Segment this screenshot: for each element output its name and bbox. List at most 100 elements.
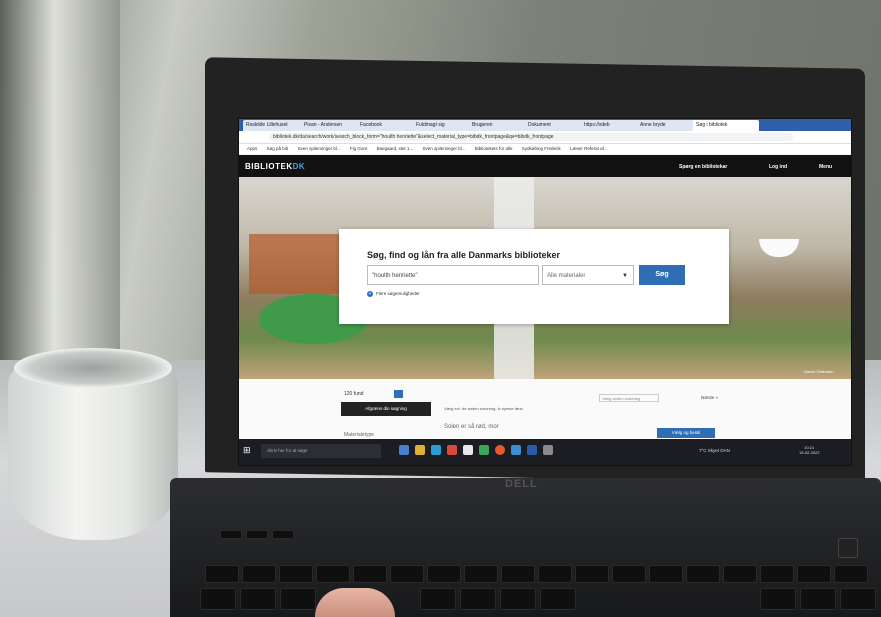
system-tray[interactable]: 7°C Skyet DAN — [699, 448, 730, 453]
chevron-down-icon: ▼ — [622, 273, 628, 279]
browser-tab[interactable]: Fuldmagt sig — [413, 120, 473, 131]
search-heading: Søg, find og lån fra alle Danmarks bibli… — [367, 250, 561, 260]
key[interactable] — [280, 588, 316, 610]
laptop-screen: Roskilde Lillehuset Pisan - Andersen Fac… — [238, 118, 852, 466]
key[interactable] — [575, 565, 609, 583]
site-header — [239, 155, 851, 177]
taskbar-app-icon[interactable] — [399, 445, 409, 455]
url-field[interactable]: bibliotek.dk/da/search/work/search_block… — [269, 133, 793, 141]
bookmark-item[interactable]: Baegaard, slet 1... — [377, 144, 414, 154]
bookmark-item[interactable]: Søg på bib — [267, 144, 289, 154]
browser-tab[interactable]: Roskilde Lillehuset — [243, 120, 305, 131]
key[interactable] — [760, 565, 794, 583]
key[interactable] — [649, 565, 683, 583]
browser-tab[interactable]: Anne bryde — [637, 120, 697, 131]
bookmark-item[interactable]: Sven spilersinger bl... — [298, 144, 341, 154]
browser-tab[interactable]: Brugeren — [469, 120, 529, 131]
key[interactable] — [220, 530, 242, 539]
taskbar-app-icon[interactable] — [511, 445, 521, 455]
key[interactable] — [834, 565, 868, 583]
key[interactable] — [760, 588, 796, 610]
search-input[interactable]: "houlth henriette" — [367, 265, 539, 285]
cup-rim — [14, 348, 172, 388]
weather-text: 7°C Skyet — [699, 448, 720, 453]
hero-bookshelf — [249, 234, 339, 294]
taskbar-clock[interactable]: 10:21 15-02-2022 — [799, 445, 819, 455]
key[interactable] — [200, 588, 236, 610]
advanced-search-link[interactable]: Flere søgemuligheder — [367, 291, 420, 297]
bookmark-item[interactable]: Sydkøbing Frederik — [522, 144, 561, 154]
taskbar-search[interactable]: Skriv her for at søge — [261, 444, 381, 458]
browser-tab[interactable]: https://siteb — [581, 120, 641, 131]
key[interactable] — [205, 565, 239, 583]
material-type-filter[interactable]: Materialetype — [344, 432, 374, 438]
taskbar-app-icon[interactable] — [543, 445, 553, 455]
key[interactable] — [242, 565, 276, 583]
key[interactable] — [800, 588, 836, 610]
next-page-link[interactable]: Næste » — [701, 395, 718, 400]
curtain — [0, 0, 120, 400]
edge-icon[interactable] — [431, 445, 441, 455]
key[interactable] — [272, 530, 294, 539]
menu-button[interactable]: Menu — [819, 164, 832, 170]
taskbar-app-icon[interactable] — [479, 445, 489, 455]
bookmark-item[interactable]: Læser Referat af... — [570, 144, 608, 154]
key[interactable] — [427, 565, 461, 583]
clock-date: 15-02-2022 — [799, 450, 820, 455]
key[interactable] — [460, 588, 496, 610]
logo-main: BIBLIOTEK — [245, 162, 293, 171]
result-count: 120 fund — [344, 391, 364, 397]
key[interactable] — [316, 565, 350, 583]
ask-librarian-link[interactable]: Spørg en bibliotekar — [679, 164, 727, 170]
key[interactable] — [279, 565, 313, 583]
browser-tab[interactable]: Dokument — [525, 120, 585, 131]
refine-search-button[interactable]: Afgræns din søgning — [341, 402, 431, 416]
bookmark-item[interactable]: Fig Gore — [350, 144, 368, 154]
word-icon[interactable] — [527, 445, 537, 455]
sort-hint: Vælg evt. de anden sortering, fx nyeste … — [444, 406, 523, 411]
windows-start-icon[interactable]: ⊞ — [243, 445, 253, 455]
key[interactable] — [797, 565, 831, 583]
keyboard — [200, 530, 881, 617]
bookmark-item[interactable]: Bibliotekets for alle — [475, 144, 513, 154]
browser-tab[interactable]: Pisan - Andersen — [301, 120, 361, 131]
key[interactable] — [390, 565, 424, 583]
login-link[interactable]: Log ind — [769, 164, 787, 170]
material-select-label: Alle materialer — [547, 273, 586, 279]
key[interactable] — [240, 588, 276, 610]
bookmark-item[interactable]: Apps — [247, 144, 257, 154]
browser-tab-active[interactable]: Søg i bibliotek — [693, 120, 759, 131]
folder-icon[interactable] — [415, 445, 425, 455]
key[interactable] — [246, 530, 268, 539]
key[interactable] — [723, 565, 757, 583]
material-select[interactable]: Alle materialer ▼ — [542, 265, 634, 285]
photo-credit: Daniel Östensen — [804, 369, 834, 374]
key[interactable] — [540, 588, 576, 610]
chrome-icon[interactable] — [495, 445, 505, 455]
key[interactable] — [353, 565, 387, 583]
key[interactable] — [500, 588, 536, 610]
key[interactable] — [612, 565, 646, 583]
logo-suffix: DK — [292, 162, 306, 171]
bookmark-item[interactable]: Sven spilersinger bl... — [422, 144, 465, 154]
key[interactable] — [538, 565, 572, 583]
bookmarks-bar: Apps Søg på bib Sven spilersinger bl... … — [239, 144, 851, 154]
key[interactable] — [501, 565, 535, 583]
browser-tab-bar: Roskilde Lillehuset Pisan - Andersen Fac… — [239, 119, 851, 131]
taskbar-app-icon[interactable] — [447, 445, 457, 455]
search-button[interactable]: Søg — [639, 265, 685, 285]
taskbar-app-icon[interactable] — [463, 445, 473, 455]
key[interactable] — [686, 565, 720, 583]
key[interactable] — [420, 588, 456, 610]
result-title[interactable]: Solen er så rød, mor — [444, 424, 499, 430]
site-logo[interactable]: BIBLIOTEKDK — [245, 162, 305, 171]
results-area — [239, 379, 851, 439]
help-icon[interactable] — [394, 390, 403, 398]
choose-order-button[interactable]: Vælg og bestil — [657, 428, 715, 438]
laptop-brand: DELL — [505, 478, 538, 490]
language-indicator: DAN — [720, 448, 730, 453]
browser-tab[interactable]: Facebook — [357, 120, 417, 131]
key[interactable] — [840, 588, 876, 610]
key[interactable] — [464, 565, 498, 583]
sort-select[interactable]: Vælg anden sortering — [599, 394, 659, 402]
